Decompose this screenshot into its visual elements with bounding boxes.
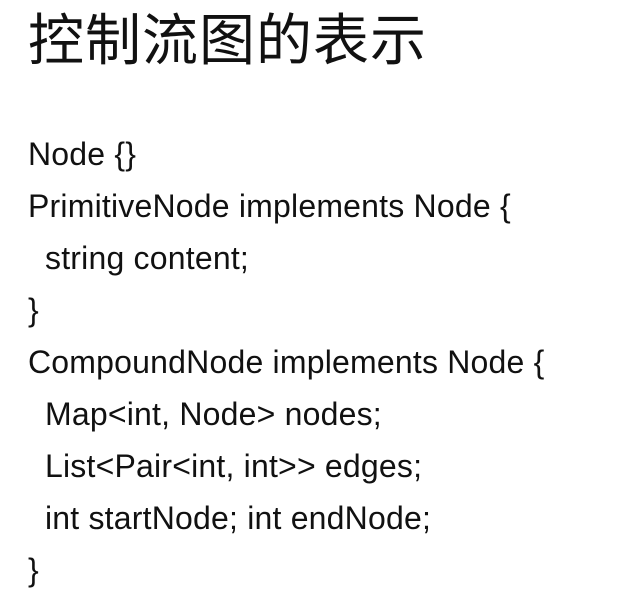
code-line: } [28, 292, 39, 328]
code-line: Node {} [28, 136, 137, 172]
code-block: Node {} PrimitiveNode implements Node { … [28, 128, 623, 596]
code-line: List<Pair<int, int>> edges; [45, 448, 423, 484]
slide: 控制流图的表示 Node {} PrimitiveNode implements… [0, 0, 631, 600]
code-line: Map<int, Node> nodes; [45, 396, 382, 432]
slide-title: 控制流图的表示 [28, 9, 427, 74]
code-line: int startNode; int endNode; [45, 500, 432, 536]
code-line: PrimitiveNode implements Node { [28, 188, 511, 224]
code-line: CompoundNode implements Node { [28, 344, 545, 380]
code-line: string content; [45, 240, 249, 276]
code-line: } [28, 552, 39, 588]
